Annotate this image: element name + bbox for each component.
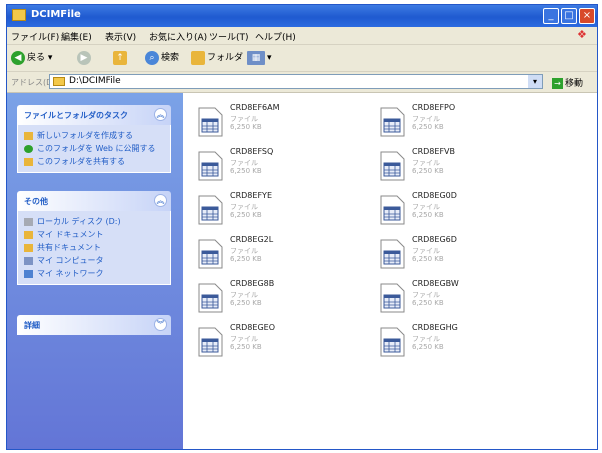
- file-icon: [198, 107, 223, 137]
- menu-bar: ファイル(F) 編集(E) 表示(V) お気に入り(A) ツール(T) ヘルプ(…: [7, 27, 597, 45]
- explorer-window: DCIMFile _ □ × ファイル(F) 編集(E) 表示(V) お気に入り…: [6, 4, 598, 450]
- file-item[interactable]: CRD8EG0D ファイル 6,250 KB: [379, 189, 559, 229]
- file-item[interactable]: CRD8EFYE ファイル 6,250 KB: [197, 189, 377, 229]
- tasks-panel-header[interactable]: ファイルとフォルダのタスク ︽: [17, 105, 171, 125]
- place-my-computer[interactable]: マイ コンピュータ: [24, 254, 164, 267]
- menu-edit[interactable]: 編集(E): [61, 30, 92, 43]
- file-icon: [198, 283, 223, 313]
- details-panel-header[interactable]: 詳細 ︾: [17, 315, 171, 335]
- collapse-chevron-icon[interactable]: ︽: [154, 108, 167, 121]
- file-item[interactable]: CRD8EGHG ファイル 6,250 KB: [379, 321, 559, 361]
- place-shared-documents[interactable]: 共有ドキュメント: [24, 241, 164, 254]
- maximize-button[interactable]: □: [561, 8, 577, 24]
- file-item[interactable]: CRD8EFPO ファイル 6,250 KB: [379, 101, 559, 141]
- file-icon: [380, 151, 405, 181]
- task-pane: ファイルとフォルダのタスク ︽ 新しいフォルダを作成する このフォルダを Web…: [7, 93, 183, 449]
- forward-arrow-icon: ▶: [77, 50, 91, 65]
- folder-icon: [12, 9, 26, 21]
- go-button[interactable]: → 移動: [552, 76, 583, 89]
- forward-button[interactable]: ▶: [77, 50, 93, 66]
- tasks-panel-body: 新しいフォルダを作成する このフォルダを Web に公開する このフォルダを共有…: [17, 125, 171, 173]
- file-item[interactable]: CRD8EGBW ファイル 6,250 KB: [379, 277, 559, 317]
- my-documents-icon: [24, 230, 33, 239]
- file-icon: [380, 107, 405, 137]
- up-folder-icon: ↑: [113, 50, 127, 65]
- task-share-folder[interactable]: このフォルダを共有する: [24, 155, 164, 168]
- details-panel: 詳細 ︾: [17, 315, 171, 335]
- places-panel: その他 ︽ ローカル ディスク (D:) マイ ドキュメント 共有ドキュメント …: [17, 191, 171, 285]
- file-item[interactable]: CRD8EG2L ファイル 6,250 KB: [197, 233, 377, 273]
- windows-logo-icon: ❖: [577, 28, 587, 41]
- menu-tools[interactable]: ツール(T): [209, 30, 249, 43]
- places-panel-body: ローカル ディスク (D:) マイ ドキュメント 共有ドキュメント マイ コンピ…: [17, 211, 171, 285]
- file-icon: [380, 239, 405, 269]
- my-computer-icon: [24, 256, 33, 265]
- views-button[interactable]: ▦ ▾: [247, 50, 272, 66]
- task-publish-web[interactable]: このフォルダを Web に公開する: [24, 142, 164, 155]
- file-icon: [198, 151, 223, 181]
- close-button[interactable]: ×: [579, 8, 595, 24]
- search-icon: ⌕: [145, 50, 159, 65]
- file-item[interactable]: CRD8EFSQ ファイル 6,250 KB: [197, 145, 377, 185]
- search-button[interactable]: ⌕ 検索: [145, 50, 179, 66]
- up-folder-button[interactable]: ↑: [113, 50, 129, 66]
- file-icon: [198, 195, 223, 225]
- views-icon: ▦: [247, 50, 265, 65]
- folder-icon: [53, 77, 65, 86]
- collapse-chevron-icon[interactable]: ︽: [154, 194, 167, 207]
- file-icon: [198, 239, 223, 269]
- file-item[interactable]: CRD8EF6AM ファイル 6,250 KB: [197, 101, 377, 141]
- address-bar: アドレス(D) D:\DCIMFile ▾ → 移動: [7, 72, 597, 93]
- place-local-disk[interactable]: ローカル ディスク (D:): [24, 215, 164, 228]
- share-folder-icon: [24, 157, 33, 166]
- tasks-panel: ファイルとフォルダのタスク ︽ 新しいフォルダを作成する このフォルダを Web…: [17, 105, 171, 173]
- my-network-icon: [24, 269, 33, 278]
- back-arrow-icon: ◀: [11, 50, 25, 65]
- shared-documents-icon: [24, 243, 33, 252]
- file-item[interactable]: CRD8EG6D ファイル 6,250 KB: [379, 233, 559, 273]
- folders-icon: [191, 50, 205, 65]
- toolbar: ◀ 戻る ▾ ▶ ↑ ⌕ 検索 フォルダ ▦ ▾: [7, 45, 597, 72]
- drive-icon: [24, 217, 33, 226]
- address-path: D:\DCIMFile: [69, 76, 121, 86]
- place-my-documents[interactable]: マイ ドキュメント: [24, 228, 164, 241]
- title-bar[interactable]: DCIMFile _ □ ×: [7, 5, 597, 27]
- address-field[interactable]: D:\DCIMFile ▾: [49, 74, 543, 89]
- folders-button[interactable]: フォルダ: [191, 50, 243, 66]
- file-icon: [198, 327, 223, 357]
- file-icon: [380, 195, 405, 225]
- go-arrow-icon: →: [552, 78, 563, 89]
- task-new-folder[interactable]: 新しいフォルダを作成する: [24, 129, 164, 142]
- expand-chevron-icon[interactable]: ︾: [154, 318, 167, 331]
- file-icon: [380, 327, 405, 357]
- menu-favorites[interactable]: お気に入り(A): [149, 30, 207, 43]
- places-panel-header[interactable]: その他 ︽: [17, 191, 171, 211]
- back-button[interactable]: ◀ 戻る ▾: [11, 50, 52, 66]
- new-folder-icon: [24, 131, 33, 140]
- file-item[interactable]: CRD8EGEO ファイル 6,250 KB: [197, 321, 377, 361]
- menu-view[interactable]: 表示(V): [105, 30, 136, 43]
- menu-help[interactable]: ヘルプ(H): [255, 30, 296, 43]
- address-dropdown-button[interactable]: ▾: [528, 75, 542, 88]
- minimize-button[interactable]: _: [543, 8, 559, 24]
- file-item[interactable]: CRD8EG8B ファイル 6,250 KB: [197, 277, 377, 317]
- web-publish-icon: [24, 144, 33, 153]
- menu-file[interactable]: ファイル(F): [11, 30, 59, 43]
- file-item[interactable]: CRD8EFVB ファイル 6,250 KB: [379, 145, 559, 185]
- place-my-network[interactable]: マイ ネットワーク: [24, 267, 164, 280]
- file-list: CRD8EF6AM ファイル 6,250 KB CRD8EFPO ファイル 6,…: [183, 93, 597, 449]
- window-title: DCIMFile: [31, 9, 81, 20]
- file-icon: [380, 283, 405, 313]
